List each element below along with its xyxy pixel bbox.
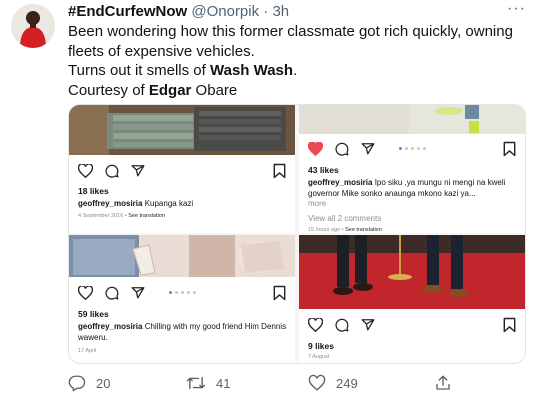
tweet-text: Been wondering how this former classmate… (68, 22, 533, 100)
tweet-media[interactable]: 18 likes geoffrey_mosiria Kupanga kazi 4… (68, 104, 526, 364)
post-2-date: 15 hours ago • (308, 227, 346, 233)
post-1-photo (69, 105, 295, 155)
post-3-actions (78, 285, 145, 301)
heart-filled-icon[interactable] (308, 142, 323, 156)
post-4-actions (308, 317, 375, 333)
tweet-line-3: Courtesy of Edgar Obare (68, 81, 533, 101)
post-3-caption: geoffrey_mosiria Chilling with my good f… (78, 321, 287, 343)
post-1-likes: 18 likes (78, 186, 109, 196)
timestamp[interactable]: 3h (272, 3, 289, 20)
share-upload-icon (436, 375, 450, 390)
post-1-meta: 4 September 2016 • See translation (78, 213, 165, 219)
post-1-caption-text: Kupanga kazi (142, 199, 194, 208)
comment-icon[interactable] (105, 286, 119, 300)
post-1-actions (78, 163, 145, 179)
post-2-view-comments[interactable]: View all 2 comments (308, 214, 381, 223)
reply-icon (68, 375, 86, 392)
instagram-post-1: 18 likes geoffrey_mosiria Kupanga kazi 4… (69, 105, 295, 233)
tweet-line-3-end: Obare (191, 81, 238, 99)
post-1-caption: geoffrey_mosiria Kupanga kazi (78, 198, 287, 209)
retweet-button[interactable]: 41 (186, 374, 230, 392)
share-icon[interactable] (361, 142, 375, 156)
post-2-photo (299, 105, 525, 134)
bookmark-icon[interactable] (503, 141, 516, 157)
display-name[interactable]: #EndCurfewNow (68, 3, 187, 20)
post-3-date: 17 April (78, 348, 97, 354)
carousel-dot (405, 147, 408, 150)
heart-icon[interactable] (308, 318, 323, 332)
comment-icon[interactable] (335, 142, 349, 156)
heart-icon[interactable] (78, 286, 93, 300)
tweet-line-2: Turns out it smells of Wash Wash. (68, 61, 533, 81)
instagram-post-4: 9 likes 7 August (299, 235, 525, 363)
bold-wash-wash: Wash Wash (210, 62, 294, 79)
carousel-dot (193, 291, 196, 294)
tweet-line-2-text: Turns out it smells of (68, 62, 210, 79)
carousel-dot (399, 147, 402, 150)
post-1-date: 4 September 2016 • (78, 213, 129, 219)
post-4-likes: 9 likes (308, 341, 334, 351)
post-2-more-link[interactable]: more (308, 199, 326, 208)
bookmark-icon[interactable] (503, 317, 516, 333)
retweet-count: 41 (216, 375, 231, 391)
like-button[interactable]: 249 (308, 374, 358, 392)
retweet-icon (186, 376, 206, 390)
instagram-post-2: 43 likes geoffrey_mosiria Ipo siku ,ya m… (299, 105, 525, 233)
reply-button[interactable]: 20 (68, 374, 110, 392)
separator: · (263, 3, 269, 20)
carousel-dots[interactable] (169, 291, 196, 294)
reply-count: 20 (96, 375, 111, 391)
tweet-header: #EndCurfewNow @Onorpik · 3h (68, 3, 289, 20)
more-options-icon[interactable]: ··· (507, 0, 526, 18)
post-2-see-translation[interactable]: See translation (345, 227, 382, 233)
tweet-line-3-text: Courtesy of (68, 81, 149, 99)
comment-icon[interactable] (105, 164, 119, 178)
bookmark-icon[interactable] (273, 285, 286, 301)
instagram-post-3: 59 likes geoffrey_mosiria Chilling with … (69, 235, 295, 363)
tweet-line-1: Been wondering how this former classmate… (68, 23, 513, 60)
avatar-photo (11, 4, 55, 48)
post-1-see-translation[interactable]: See translation (128, 213, 165, 219)
post-2-likes: 43 likes (308, 165, 339, 175)
like-icon (308, 374, 326, 391)
handle[interactable]: @Onorpik (191, 3, 259, 20)
avatar[interactable] (11, 4, 55, 48)
post-2-meta: 15 hours ago • See translation (308, 227, 382, 233)
bold-edgar: Edgar (148, 81, 192, 99)
carousel-dot (187, 291, 190, 294)
share-icon[interactable] (131, 164, 145, 178)
carousel-dot (169, 291, 172, 294)
share-icon[interactable] (131, 286, 145, 300)
post-4-photo (299, 235, 525, 309)
post-2-actions (308, 141, 375, 157)
carousel-dot (181, 291, 184, 294)
share-tweet-button[interactable] (434, 374, 452, 392)
carousel-dot (411, 147, 414, 150)
carousel-dot (175, 291, 178, 294)
post-1-username[interactable]: geoffrey_mosiria (78, 199, 142, 208)
post-4-date: 7 August (308, 354, 330, 360)
post-3-username[interactable]: geoffrey_mosiria (78, 322, 142, 331)
post-3-photo (69, 235, 295, 277)
like-count: 249 (336, 375, 358, 391)
bookmark-icon[interactable] (273, 163, 286, 179)
post-2-caption: geoffrey_mosiria Ipo siku ,ya mungu ni m… (308, 177, 517, 199)
post-2-username[interactable]: geoffrey_mosiria (308, 178, 372, 187)
comment-icon[interactable] (335, 318, 349, 332)
share-icon[interactable] (361, 318, 375, 332)
carousel-dots[interactable] (399, 147, 426, 150)
carousel-dot (423, 147, 426, 150)
carousel-dot (417, 147, 420, 150)
heart-icon[interactable] (78, 164, 93, 178)
post-3-likes: 59 likes (78, 309, 109, 319)
tweet-actions: 20 41 249 (68, 374, 468, 392)
tweet-line-2-end: . (293, 62, 298, 79)
